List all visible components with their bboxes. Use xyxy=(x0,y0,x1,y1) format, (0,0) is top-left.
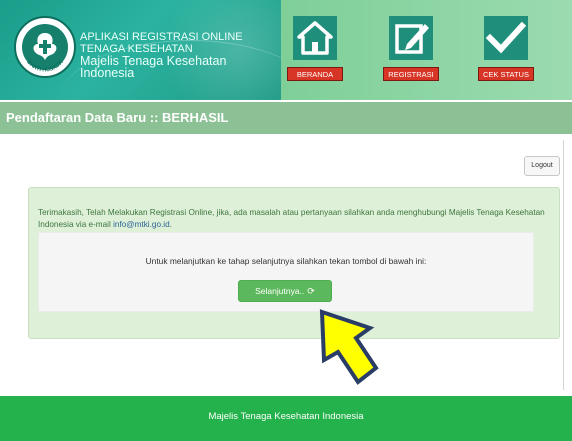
alert-text-suffix: . xyxy=(169,220,172,229)
brand-line-2: TENAGA KESEHATAN xyxy=(80,42,193,55)
checkmark-icon xyxy=(484,16,528,60)
brand-line-3: Majelis Tenaga Kesehatan Indonesia xyxy=(80,54,227,80)
brand-line-1: APLIKASI REGISTRASI ONLINE xyxy=(80,31,243,43)
nav-label-registrasi: REGISTRASI xyxy=(383,67,439,81)
nav-label-beranda: BERANDA xyxy=(287,67,343,81)
page-title-bar: Pendaftaran Data Baru :: BERHASIL xyxy=(0,102,572,134)
logout-button[interactable]: Logout xyxy=(524,156,560,176)
footer-text: Majelis Tenaga Kesehatan Indonesia xyxy=(208,411,364,422)
refresh-icon: ⟳ xyxy=(307,286,315,296)
brand-title: APLIKASI REGISTRASI ONLINE TENAGA KESEHA… xyxy=(80,31,281,80)
next-button[interactable]: Selanjutnya.. ⟳ xyxy=(238,280,332,302)
logo-ring-text: BAKTI HUSADA xyxy=(25,59,64,73)
logo-text: BAKTI HUSADA xyxy=(25,59,64,73)
footer: Majelis Tenaga Kesehatan Indonesia xyxy=(0,396,572,441)
email-link[interactable]: info@mtki.go.id xyxy=(113,220,170,229)
nav-item-cek-status[interactable]: CEK STATUS xyxy=(478,12,534,86)
home-icon xyxy=(293,16,337,60)
page-title: Pendaftaran Data Baru :: BERHASIL xyxy=(6,110,229,125)
logo: BAKTI HUSADA xyxy=(14,16,76,78)
pointer-arrow-icon xyxy=(319,309,379,385)
site-header: BAKTI HUSADA APLIKASI REGISTRASI ONLINE … xyxy=(0,0,572,100)
edit-icon xyxy=(389,16,433,60)
alert-message: Terimakasih, Telah Melakukan Registrasi … xyxy=(38,207,552,231)
instruction-text: Untuk melanjutkan ke tahap selanjutnya s… xyxy=(145,256,427,266)
brand-banner: BAKTI HUSADA APLIKASI REGISTRASI ONLINE … xyxy=(0,0,281,100)
nav-item-beranda[interactable]: BERANDA xyxy=(287,12,343,86)
svg-text:BAKTI HUSADA: BAKTI HUSADA xyxy=(25,59,64,73)
nav-bar: BERANDA REGISTRASI CEK STATUS xyxy=(281,0,572,100)
nav-item-registrasi[interactable]: REGISTRASI xyxy=(383,12,439,86)
nav-label-cek-status: CEK STATUS xyxy=(478,67,534,81)
next-button-label: Selanjutnya.. xyxy=(255,286,305,296)
